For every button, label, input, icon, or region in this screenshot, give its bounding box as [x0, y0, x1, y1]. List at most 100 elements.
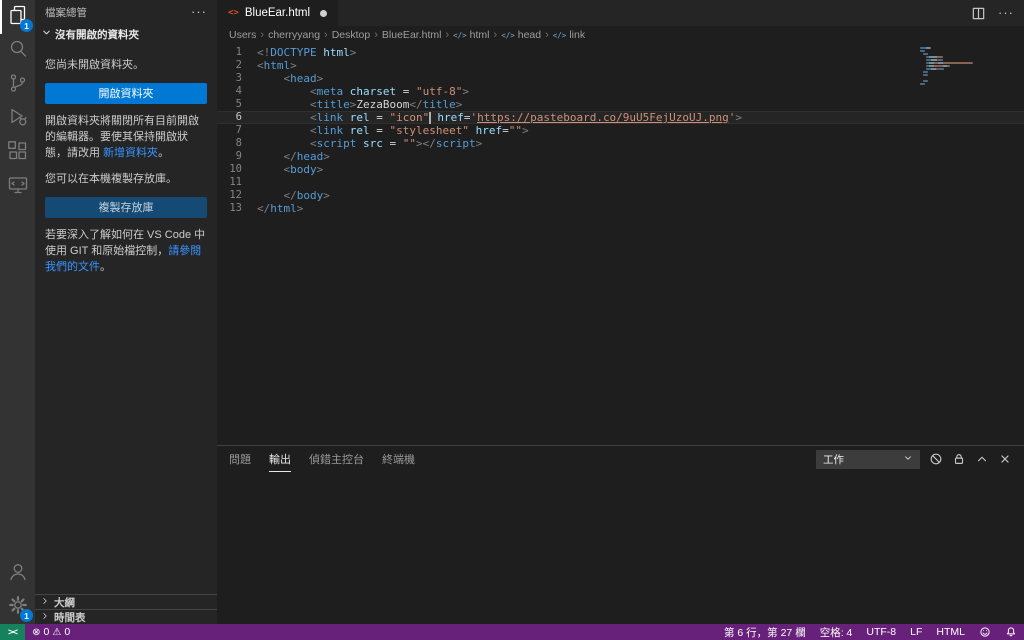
remote-explorer-icon	[6, 173, 30, 202]
line-number[interactable]: 13	[217, 202, 257, 215]
chevron-right-icon	[40, 596, 50, 609]
split-editor-icon[interactable]	[971, 6, 986, 21]
lock-scroll-icon[interactable]	[952, 452, 966, 466]
code-line[interactable]: 7 <link rel = "stylesheet" href="">	[217, 124, 1024, 137]
activity-source-control[interactable]	[0, 68, 35, 102]
panel-tab[interactable]: 輸出	[269, 446, 291, 472]
section-label: 沒有開啟的資料夾	[55, 28, 139, 41]
clear-output-icon[interactable]	[929, 452, 943, 466]
section-no-opened-folder[interactable]: 沒有開啟的資料夾	[35, 24, 217, 44]
open-folder-button[interactable]: 開啟資料夾	[45, 82, 207, 104]
minimap[interactable]	[920, 47, 1010, 86]
editor-group: <> BlueEar.html ··· Users › cherryyang › Des…	[217, 0, 1024, 624]
line-number[interactable]: 8	[217, 137, 257, 150]
editor-actions: ···	[971, 0, 1024, 26]
channel-label: 工作	[823, 453, 844, 466]
code-line[interactable]: 1 <!DOCTYPE html>	[217, 46, 1024, 59]
eol-selector[interactable]: LF	[903, 624, 929, 640]
breadcrumb-separator-icon: ›	[545, 29, 549, 41]
timeline-section[interactable]: 時間表	[35, 609, 217, 624]
output-channel-select[interactable]: 工作	[816, 449, 920, 469]
git-doc-text: 若要深入了解如何在 VS Code 中使用 GIT 和原始檔控制，請參閱我們的文…	[45, 228, 207, 276]
panel-bar: 問題 輸出 偵錯主控台 終端機 工作	[217, 446, 1024, 472]
code-line[interactable]: 5 <title>ZezaBoom</title>	[217, 98, 1024, 111]
line-number[interactable]: 6	[217, 111, 257, 124]
html-symbol-icon: </>	[552, 30, 567, 40]
notifications-bell-icon[interactable]	[998, 624, 1024, 640]
code-line[interactable]: 6 <link rel = "icon" href='https://paste…	[217, 111, 1024, 124]
clone-repository-button[interactable]: 複製存放庫	[45, 196, 207, 218]
line-number[interactable]: 10	[217, 163, 257, 176]
breadcrumb-item[interactable]: </> link	[553, 29, 585, 41]
editor-more-actions-icon[interactable]: ···	[998, 6, 1014, 19]
code-line[interactable]: 11	[217, 176, 1024, 189]
code-line[interactable]: 4 <meta charset = "utf-8">	[217, 85, 1024, 98]
language-mode[interactable]: HTML	[929, 624, 972, 640]
add-folder-link[interactable]: 新增資料夾	[103, 147, 158, 159]
line-number[interactable]: 4	[217, 85, 257, 98]
output-content	[217, 472, 1024, 624]
activity-remote-explorer[interactable]	[0, 170, 35, 204]
tab-label: BlueEar.html	[244, 7, 311, 19]
code-line[interactable]: 9 </head>	[217, 150, 1024, 163]
source-control-icon	[6, 71, 30, 100]
breadcrumb-separator-icon: ›	[493, 29, 498, 41]
code-line[interactable]: 2 <html>	[217, 59, 1024, 72]
code-line[interactable]: 12 </body>	[217, 189, 1024, 202]
cursor-position[interactable]: 第 6 行，第 27 欄	[717, 624, 813, 640]
activity-search[interactable]	[0, 34, 35, 68]
activity-account[interactable]	[0, 556, 35, 590]
code-line[interactable]: 3 <head>	[217, 72, 1024, 85]
outline-section[interactable]: 大綱	[35, 594, 217, 609]
encoding[interactable]: UTF-8	[859, 624, 903, 640]
sidebar-title: 檔案總管	[45, 6, 87, 19]
problems-status[interactable]: ⊗ 0 ⚠ 0	[25, 624, 77, 640]
breadcrumb-item[interactable]: </> head	[501, 29, 541, 41]
code-line[interactable]: 10 <body>	[217, 163, 1024, 176]
activity-settings[interactable]: 1	[0, 590, 35, 624]
line-number[interactable]: 9	[217, 150, 257, 163]
unsaved-dot-icon[interactable]	[320, 9, 328, 17]
open-folder-note: 開啟資料夾將關閉所有目前開啟的編輯器。要使其保持開啟狀態，請改用 新增資料夾。	[45, 114, 207, 162]
panel-tabs: 問題 輸出 偵錯主控台 終端機	[229, 446, 415, 472]
status-bar: >< ⊗ 0 ⚠ 0 第 6 行，第 27 欄 空格: 4 UTF-8 LF H…	[0, 624, 1024, 640]
line-number[interactable]: 12	[217, 189, 257, 202]
activity-explorer[interactable]: 1	[0, 0, 35, 34]
activity-run-debug[interactable]	[0, 102, 35, 136]
indentation[interactable]: 空格: 4	[813, 624, 860, 640]
breadcrumb-item[interactable]: cherryyang	[268, 29, 320, 41]
code-line[interactable]: 8 <script src = ""></script>	[217, 137, 1024, 150]
maximize-panel-icon[interactable]	[975, 452, 989, 466]
panel-tab[interactable]: 終端機	[382, 446, 415, 472]
more-actions-icon[interactable]: ···	[191, 5, 207, 18]
line-number[interactable]: 5	[217, 98, 257, 111]
explorer-badge: 1	[20, 19, 33, 32]
html-symbol-icon: </>	[453, 30, 467, 40]
breadcrumb-item[interactable]: Desktop	[332, 29, 371, 41]
editor[interactable]: 1 <!DOCTYPE html> 2 <html> 3 <head> 4 <meta c…	[217, 44, 1024, 445]
html-file-icon: <>	[228, 8, 239, 18]
line-number[interactable]: 7	[217, 124, 257, 137]
breadcrumb-item[interactable]: </> html	[453, 29, 489, 41]
breadcrumb-item[interactable]: BlueEar.html	[382, 29, 442, 41]
breadcrumb-separator-icon: ›	[374, 29, 378, 41]
activity-bar: 1 1	[0, 0, 35, 624]
line-number[interactable]: 1	[217, 46, 257, 59]
warning-count: 0	[64, 626, 71, 638]
line-number[interactable]: 2	[217, 59, 257, 72]
remote-indicator[interactable]: ><	[0, 624, 26, 640]
line-number[interactable]: 11	[217, 176, 257, 189]
line-number[interactable]: 3	[217, 72, 257, 85]
account-icon	[6, 559, 30, 588]
close-panel-icon[interactable]	[998, 452, 1012, 466]
note-period: 。	[158, 146, 170, 159]
feedback-icon[interactable]	[972, 624, 998, 640]
activity-extensions[interactable]	[0, 136, 35, 170]
panel-tab[interactable]: 問題	[229, 446, 251, 472]
error-icon: ⊗	[32, 626, 41, 638]
tab-blueear-html[interactable]: <> BlueEar.html	[217, 0, 339, 26]
panel-tab[interactable]: 偵錯主控台	[309, 446, 364, 472]
breadcrumb-item[interactable]: Users	[229, 29, 256, 41]
chevron-down-icon	[903, 453, 913, 466]
code-line[interactable]: 13 </html>	[217, 202, 1024, 215]
